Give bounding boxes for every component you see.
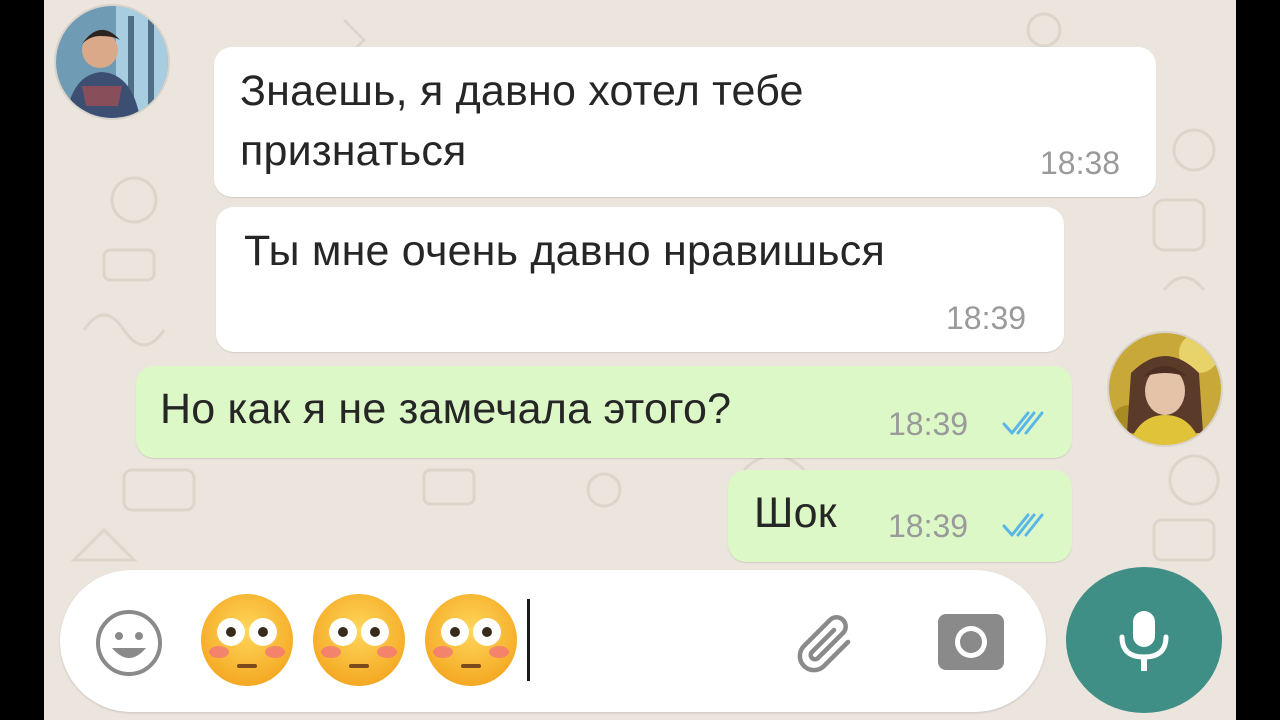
my-avatar[interactable]: [1107, 331, 1223, 447]
chat-window: Знаешь, я давно хотел тебе признаться 18…: [44, 0, 1236, 720]
message-bubble-incoming[interactable]: Знаешь, я давно хотел тебе признаться 18…: [214, 47, 1156, 197]
read-receipt-icon: [1002, 411, 1044, 435]
text-caret: [527, 599, 530, 681]
flushed-face-emoji: [201, 594, 293, 686]
message-text: Но как я не замечала этого?: [160, 385, 732, 433]
flushed-face-emoji: [313, 594, 405, 686]
message-text: признаться: [240, 127, 467, 175]
message-composer[interactable]: [60, 570, 1046, 712]
message-bubble-outgoing[interactable]: Шок 18:39: [728, 470, 1072, 562]
read-receipt-icon: [1002, 513, 1044, 537]
camera-icon[interactable]: [936, 608, 1006, 674]
message-text: Знаешь, я давно хотел тебе: [240, 67, 804, 115]
message-bubble-incoming[interactable]: Ты мне очень давно нравишься 18:39: [216, 207, 1064, 352]
message-time: 18:39: [888, 508, 969, 544]
voice-record-button[interactable]: [1066, 567, 1222, 713]
message-bubble-outgoing[interactable]: Но как я не замечала этого? 18:39: [136, 366, 1072, 458]
contact-avatar[interactable]: [54, 4, 170, 120]
flushed-face-emoji: [425, 594, 517, 686]
message-time: 18:39: [888, 406, 969, 442]
message-text: Шок: [754, 489, 837, 537]
message-input[interactable]: [197, 590, 530, 690]
message-text: Ты мне очень давно нравишься: [244, 227, 885, 275]
microphone-icon: [1119, 611, 1169, 671]
smiley-icon[interactable]: [94, 608, 164, 678]
contact-photo: [56, 6, 168, 118]
message-time: 18:38: [1040, 145, 1121, 181]
message-time: 18:39: [946, 300, 1027, 336]
my-photo: [1109, 333, 1221, 445]
paperclip-icon[interactable]: [790, 606, 864, 680]
